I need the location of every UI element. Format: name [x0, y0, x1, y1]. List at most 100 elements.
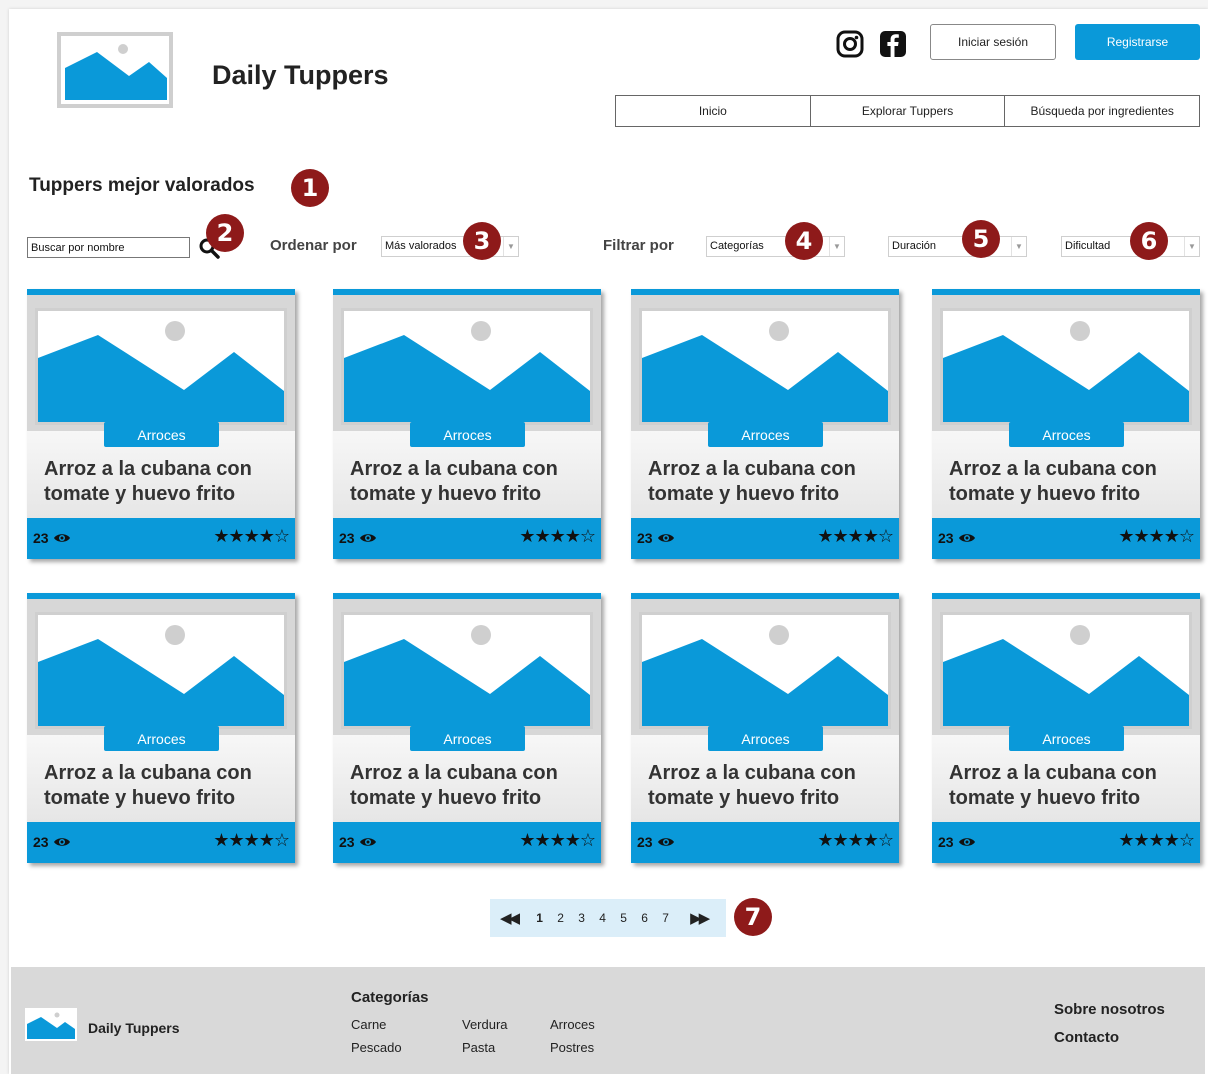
- chevron-down-icon: ▼: [829, 237, 844, 256]
- recipe-card[interactable]: Arroces Arroz a la cubana con tomate y hu…: [932, 593, 1200, 863]
- filter-categorias-value: Categorías: [710, 240, 764, 252]
- footer-category-link[interactable]: Arroces: [550, 1017, 595, 1032]
- sort-select-value: Más valorados: [385, 240, 457, 252]
- recipe-image: [639, 308, 891, 425]
- recipe-title[interactable]: Arroz a la cubana con tomate y huevo fri…: [949, 457, 1194, 507]
- footer-category-link[interactable]: Carne: [351, 1017, 386, 1032]
- star-rating: ★★★★☆: [1118, 526, 1195, 547]
- recipe-card[interactable]: Arroces Arroz a la cubana con tomate y hu…: [333, 593, 601, 863]
- image-placeholder-icon: [943, 625, 1189, 726]
- card-footer: 23 ★★★★☆: [932, 822, 1200, 863]
- footer-about-link[interactable]: Sobre nosotros: [1054, 1001, 1165, 1018]
- recipe-title[interactable]: Arroz a la cubana con tomate y huevo fri…: [350, 457, 595, 507]
- category-tag[interactable]: Arroces: [410, 726, 525, 751]
- image-placeholder-icon: [38, 625, 284, 726]
- recipe-title[interactable]: Arroz a la cubana con tomate y huevo fri…: [648, 761, 893, 811]
- page-link[interactable]: 7: [655, 911, 676, 925]
- filter-categorias-select[interactable]: Categorías ▼: [706, 236, 845, 257]
- footer-category-link[interactable]: Pasta: [462, 1040, 495, 1055]
- category-tag[interactable]: Arroces: [708, 422, 823, 447]
- footer-category-link[interactable]: Pescado: [351, 1040, 402, 1055]
- annotation-badge: 1: [291, 169, 329, 207]
- recipe-title[interactable]: Arroz a la cubana con tomate y huevo fri…: [350, 761, 595, 811]
- view-count-value: 23: [637, 530, 653, 546]
- category-tag[interactable]: Arroces: [104, 726, 219, 751]
- recipe-card[interactable]: Arroces Arroz a la cubana con tomate y hu…: [27, 593, 295, 863]
- card-footer: 23 ★★★★☆: [333, 822, 601, 863]
- site-title: Daily Tuppers: [212, 60, 389, 90]
- page-link[interactable]: 6: [634, 911, 655, 925]
- recipe-card[interactable]: Arroces Arroz a la cubana con tomate y hu…: [333, 289, 601, 559]
- footer-logo[interactable]: [25, 1008, 77, 1041]
- category-tag[interactable]: Arroces: [708, 726, 823, 751]
- nav-item-explorar[interactable]: Explorar Tuppers: [810, 96, 1006, 126]
- search-input[interactable]: [27, 237, 190, 258]
- recipe-card[interactable]: Arroces Arroz a la cubana con tomate y hu…: [631, 289, 899, 559]
- instagram-icon[interactable]: [836, 30, 864, 58]
- category-tag[interactable]: Arroces: [1009, 726, 1124, 751]
- annotation-badge: 5: [962, 220, 1000, 258]
- footer-brand: Daily Tuppers: [88, 1020, 180, 1036]
- recipe-title[interactable]: Arroz a la cubana con tomate y huevo fri…: [949, 761, 1194, 811]
- page-link[interactable]: 5: [613, 911, 634, 925]
- view-count: 23: [339, 834, 377, 850]
- view-count: 23: [637, 834, 675, 850]
- register-button[interactable]: Registrarse: [1075, 24, 1200, 60]
- recipe-image: [35, 308, 287, 425]
- category-tag[interactable]: Arroces: [410, 422, 525, 447]
- view-count: 23: [33, 530, 71, 546]
- eye-icon: [657, 838, 674, 846]
- eye-icon: [53, 838, 70, 846]
- filter-label: Filtrar por: [603, 237, 674, 254]
- card-footer: 23 ★★★★☆: [27, 518, 295, 559]
- recipe-title[interactable]: Arroz a la cubana con tomate y huevo fri…: [648, 457, 893, 507]
- recipe-image: [341, 308, 593, 425]
- nav-item-inicio[interactable]: Inicio: [616, 96, 811, 126]
- eye-icon: [359, 838, 376, 846]
- nav-item-ingredientes[interactable]: Búsqueda por ingredientes: [1005, 96, 1200, 126]
- page-link[interactable]: 4: [592, 911, 613, 925]
- page-link[interactable]: 1: [529, 911, 550, 925]
- card-footer: 23 ★★★★☆: [333, 518, 601, 559]
- view-count: 23: [33, 834, 71, 850]
- recipe-title[interactable]: Arroz a la cubana con tomate y huevo fri…: [44, 457, 289, 507]
- eye-icon: [359, 534, 376, 542]
- first-page-icon[interactable]: ◀◀: [500, 909, 520, 927]
- star-rating: ★★★★☆: [519, 526, 596, 547]
- eye-icon: [657, 534, 674, 542]
- footer-category-link[interactable]: Verdura: [462, 1017, 508, 1032]
- login-button[interactable]: Iniciar sesión: [930, 24, 1056, 60]
- image-placeholder-icon: [38, 321, 284, 422]
- annotation-badge: 7: [734, 898, 772, 936]
- footer-contact-link[interactable]: Contacto: [1054, 1029, 1119, 1046]
- last-page-icon[interactable]: ▶▶: [690, 909, 710, 927]
- card-footer: 23 ★★★★☆: [932, 518, 1200, 559]
- star-rating: ★★★★☆: [213, 830, 290, 851]
- star-rating: ★★★★☆: [213, 526, 290, 547]
- view-count-value: 23: [339, 530, 355, 546]
- recipe-image: [341, 612, 593, 729]
- main-nav: Inicio Explorar Tuppers Búsqueda por ing…: [615, 95, 1200, 127]
- image-placeholder-icon: [943, 321, 1189, 422]
- recipe-card[interactable]: Arroces Arroz a la cubana con tomate y hu…: [932, 289, 1200, 559]
- category-tag[interactable]: Arroces: [1009, 422, 1124, 447]
- recipe-card[interactable]: Arroces Arroz a la cubana con tomate y hu…: [27, 289, 295, 559]
- footer-categories-title: Categorías: [351, 989, 429, 1006]
- annotation-badge: 3: [463, 222, 501, 260]
- site-logo[interactable]: [57, 32, 173, 108]
- pagination: ◀◀ 1 2 3 4 5 6 7 ▶▶: [490, 899, 726, 937]
- recipe-card[interactable]: Arroces Arroz a la cubana con tomate y hu…: [631, 593, 899, 863]
- star-rating: ★★★★☆: [519, 830, 596, 851]
- filter-duracion-select[interactable]: Duración ▼: [888, 236, 1027, 257]
- view-count: 23: [637, 530, 675, 546]
- page-link[interactable]: 3: [571, 911, 592, 925]
- image-placeholder-icon: [344, 625, 590, 726]
- footer-category-link[interactable]: Postres: [550, 1040, 594, 1055]
- star-rating: ★★★★☆: [817, 526, 894, 547]
- category-tag[interactable]: Arroces: [104, 422, 219, 447]
- annotation-badge: 4: [785, 222, 823, 260]
- image-placeholder-icon: [642, 625, 888, 726]
- facebook-icon[interactable]: [879, 30, 907, 58]
- page-link[interactable]: 2: [550, 911, 571, 925]
- recipe-title[interactable]: Arroz a la cubana con tomate y huevo fri…: [44, 761, 289, 811]
